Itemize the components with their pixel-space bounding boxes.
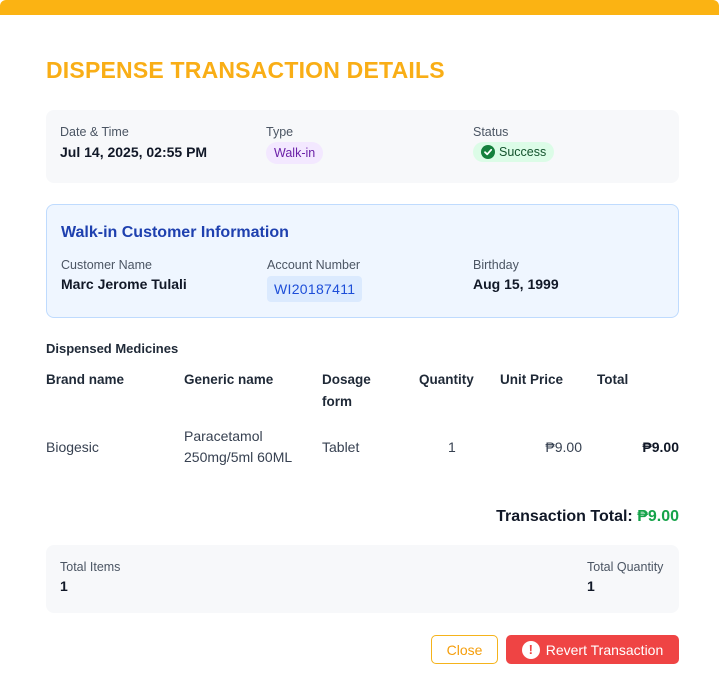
close-button[interactable]: Close [431, 635, 498, 664]
date-time-value: Jul 14, 2025, 02:55 PM [60, 144, 208, 160]
birthday-label: Birthday [473, 258, 519, 272]
summary-panel: Total Items 1 Total Quantity 1 [46, 545, 679, 613]
dispensed-medicines-heading: Dispensed Medicines [46, 341, 179, 356]
total-items-field: Total Items 1 [60, 560, 120, 594]
type-field: Type Walk-in [266, 125, 324, 164]
total-quantity-value: 1 [587, 578, 595, 594]
revert-transaction-button[interactable]: ! Revert Transaction [506, 635, 679, 664]
column-header-unit-price: Unit Price [500, 372, 564, 387]
cell-unit-price: ₱9.00 [545, 439, 582, 455]
column-header-generic: Generic name [184, 372, 274, 387]
modal-top-accent-bar [0, 0, 719, 15]
cell-total: ₱9.00 [642, 439, 679, 455]
dispense-transaction-modal: DISPENSE TRANSACTION DETAILS Date & Time… [0, 0, 719, 687]
total-quantity-label: Total Quantity [587, 560, 664, 574]
date-time-label: Date & Time [60, 125, 129, 139]
birthday-field: Birthday Aug 15, 1999 [473, 258, 559, 292]
total-quantity-field: Total Quantity 1 [587, 560, 663, 594]
column-header-dosage: Dosage form [322, 369, 371, 413]
cell-generic-line2: 250mg/5ml 60ML [184, 449, 293, 465]
column-header-brand: Brand name [46, 372, 125, 387]
alert-circle-icon: ! [521, 640, 540, 659]
date-time-field: Date & Time Jul 14, 2025, 02:55 PM [60, 125, 207, 160]
column-header-total: Total [597, 372, 629, 387]
transaction-info-panel: Date & Time Jul 14, 2025, 02:55 PM Type … [46, 110, 679, 183]
column-header-dosage-line1: Dosage [322, 372, 371, 387]
account-number-value: WI20187411 [267, 276, 363, 302]
status-label: Status [473, 125, 509, 139]
transaction-total-label: Transaction Total: [496, 508, 633, 525]
status-badge: Success [473, 142, 555, 162]
cell-quantity: 1 [448, 439, 456, 455]
birthday-value: Aug 15, 1999 [473, 276, 559, 292]
status-field: Status Success [473, 125, 555, 164]
status-badge-label: Success [499, 145, 547, 159]
total-items-value: 1 [60, 578, 68, 594]
total-items-label: Total Items [60, 560, 121, 574]
type-label: Type [266, 125, 294, 139]
modal-title: DISPENSE TRANSACTION DETAILS [46, 57, 445, 83]
column-header-quantity: Quantity [419, 372, 474, 387]
customer-name-label: Customer Name [61, 258, 152, 272]
account-number-field: Account Number WI20187411 [267, 258, 363, 302]
cell-dosage-form: Tablet [322, 439, 360, 455]
customer-section-title: Walk-in Customer Information [61, 224, 289, 241]
customer-info-panel: Walk-in Customer Information Customer Na… [46, 204, 679, 318]
cell-generic: Paracetamol 250mg/5ml 60ML [184, 426, 292, 468]
customer-name-value: Marc Jerome Tulali [61, 276, 187, 292]
transaction-total-value: ₱9.00 [637, 508, 679, 525]
cell-brand: Biogesic [46, 439, 99, 455]
cell-generic-line1: Paracetamol [184, 428, 263, 444]
transaction-total: Transaction Total: ₱9.00 [496, 508, 679, 526]
revert-transaction-label: Revert Transaction [545, 641, 664, 658]
type-badge: Walk-in [266, 142, 324, 164]
check-circle-icon [481, 145, 495, 159]
account-number-label: Account Number [267, 258, 361, 272]
customer-name-field: Customer Name Marc Jerome Tulali [61, 258, 187, 292]
column-header-dosage-line2: form [322, 394, 352, 409]
